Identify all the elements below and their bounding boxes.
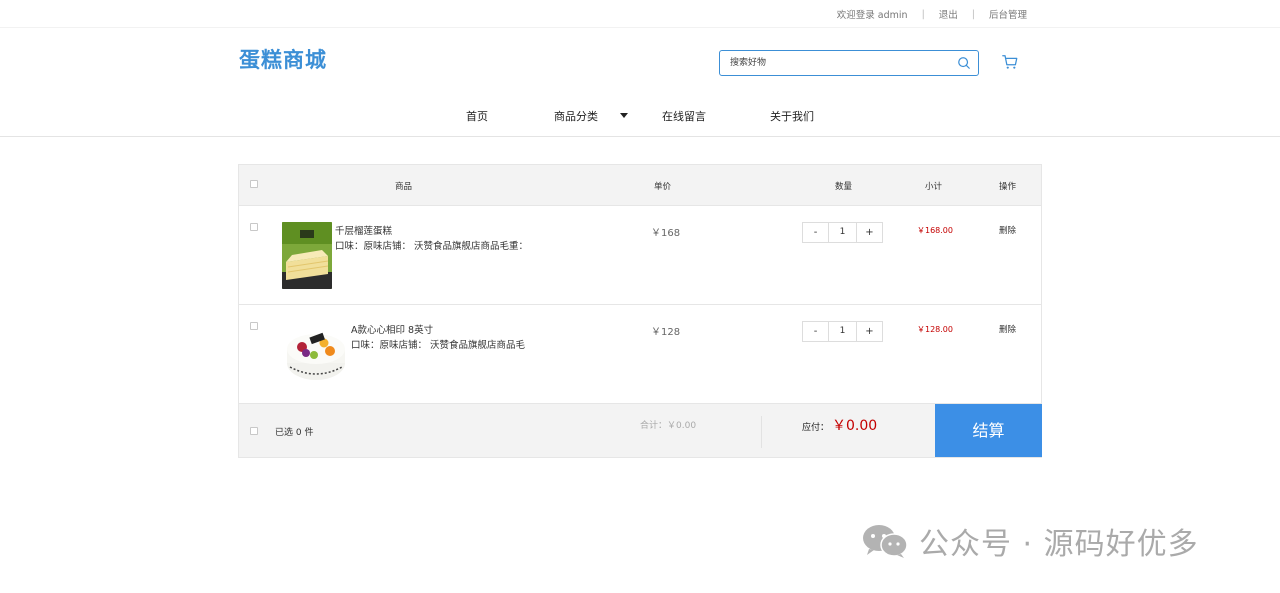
checkout-button[interactable]: 结算 bbox=[935, 404, 1042, 457]
separator: | bbox=[921, 8, 925, 20]
main-nav: 首页 商品分类 在线留言 关于我们 bbox=[0, 96, 1280, 137]
cart-icon[interactable] bbox=[1001, 53, 1019, 71]
qty-increase-button[interactable]: + bbox=[857, 322, 882, 341]
qty-decrease-button[interactable]: - bbox=[803, 223, 828, 242]
payable-label: 应付： bbox=[802, 423, 830, 433]
watermark: 公众号 · 源码好优多 bbox=[861, 521, 1199, 562]
search-box bbox=[719, 50, 979, 76]
product-desc: 口味：原味店铺： 沃赞食品旗舰店商品毛重： bbox=[335, 241, 529, 252]
product-image[interactable] bbox=[282, 222, 332, 289]
top-bar: 欢迎登录 admin | 退出 | 后台管理 bbox=[0, 0, 1280, 28]
quantity-stepper: - 1 + bbox=[802, 321, 883, 342]
payable-amount: ￥0.00 bbox=[832, 418, 878, 434]
item-checkbox[interactable] bbox=[250, 322, 258, 330]
admin-link[interactable]: 后台管理 bbox=[989, 7, 1027, 21]
qty-input[interactable]: 1 bbox=[828, 322, 857, 341]
nav-item-messages[interactable]: 在线留言 bbox=[662, 108, 706, 124]
search-input[interactable] bbox=[720, 51, 950, 75]
nav-item-about[interactable]: 关于我们 bbox=[770, 108, 814, 124]
logout-link[interactable]: 退出 bbox=[939, 7, 958, 21]
selected-count: 已选 0 件 bbox=[275, 428, 314, 438]
caret-down-icon[interactable] bbox=[620, 113, 628, 118]
wechat-icon bbox=[863, 525, 908, 558]
item-subtotal: ￥168.00 bbox=[917, 226, 953, 235]
qty-input[interactable]: 1 bbox=[828, 223, 857, 242]
qty-increase-button[interactable]: + bbox=[857, 223, 882, 242]
cart-row: A款心心相印 8英寸 口味：原味店铺： 沃赞食品旗舰店商品毛 ￥128 - 1 … bbox=[239, 305, 1041, 404]
site-logo[interactable]: 蛋糕商城 bbox=[239, 44, 327, 74]
delete-button[interactable]: 删除 bbox=[999, 224, 1016, 236]
total-amount: 合计：￥0.00 bbox=[640, 421, 697, 431]
header-subtotal: 小计 bbox=[925, 182, 943, 192]
select-all-checkbox[interactable] bbox=[250, 180, 258, 188]
watermark-text: 公众号 · 源码好优多 bbox=[919, 527, 1199, 562]
unit-price: ￥128 bbox=[651, 327, 681, 338]
nav-item-categories[interactable]: 商品分类 bbox=[554, 108, 598, 124]
header-product: 商品 bbox=[395, 182, 413, 192]
welcome-user-link[interactable]: 欢迎登录 admin bbox=[837, 7, 908, 21]
item-checkbox[interactable] bbox=[250, 223, 258, 231]
select-all-footer-checkbox[interactable] bbox=[250, 427, 258, 435]
search-icon[interactable] bbox=[957, 56, 971, 70]
unit-price: ￥168 bbox=[651, 228, 681, 239]
cart-row: 千层榴莲蛋糕 口味：原味店铺： 沃赞食品旗舰店商品毛重： ￥168 - 1 + … bbox=[239, 206, 1041, 305]
top-bar-links: 欢迎登录 admin | 退出 | 后台管理 bbox=[837, 7, 1027, 22]
product-name[interactable]: A款心心相印 8英寸 bbox=[351, 322, 433, 336]
cart-footer: 已选 0 件 合计：￥0.00 应付： ￥0.00 结算 bbox=[239, 404, 1042, 457]
qty-decrease-button[interactable]: - bbox=[803, 322, 828, 341]
product-image[interactable] bbox=[284, 321, 349, 386]
cart-header-row: 商品 单价 数量 小计 操作 bbox=[239, 165, 1041, 206]
product-desc: 口味：原味店铺： 沃赞食品旗舰店商品毛 bbox=[351, 340, 526, 351]
header-quantity: 数量 bbox=[835, 182, 853, 192]
item-subtotal: ￥128.00 bbox=[917, 325, 953, 334]
header-action: 操作 bbox=[999, 182, 1017, 192]
header-unit-price: 单价 bbox=[654, 182, 672, 192]
separator: | bbox=[971, 8, 975, 20]
cart-table: 商品 单价 数量 小计 操作 千层榴莲蛋糕 口味：原味店铺： 沃赞食品旗舰店商品… bbox=[238, 164, 1042, 458]
divider bbox=[761, 416, 762, 448]
nav-item-home[interactable]: 首页 bbox=[466, 108, 488, 124]
quantity-stepper: - 1 + bbox=[802, 222, 883, 243]
delete-button[interactable]: 删除 bbox=[999, 323, 1016, 335]
product-name[interactable]: 千层榴莲蛋糕 bbox=[335, 223, 392, 237]
